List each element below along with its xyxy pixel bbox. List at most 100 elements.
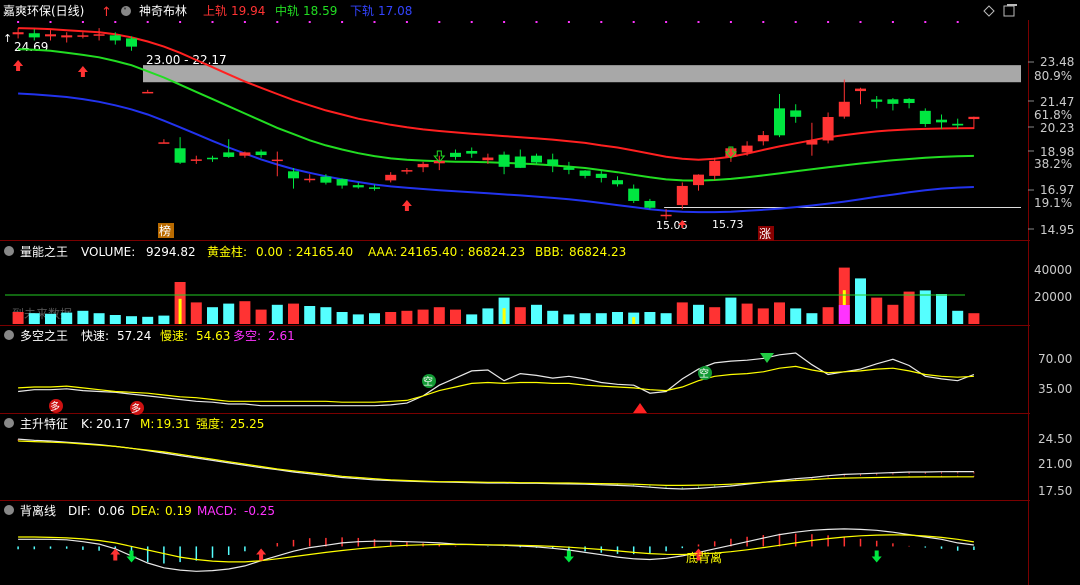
candle-body bbox=[774, 108, 785, 136]
candle-body bbox=[401, 170, 413, 172]
volume-bar bbox=[709, 307, 721, 324]
candle-body bbox=[968, 116, 980, 120]
top-marker bbox=[405, 21, 408, 23]
candle-body bbox=[903, 98, 915, 104]
ls-title[interactable]: 多空之王 bbox=[20, 329, 68, 343]
gold-pillar bbox=[502, 308, 506, 324]
candle-body bbox=[93, 34, 105, 36]
pct-tick: 38.2% bbox=[1034, 157, 1072, 171]
top-marker bbox=[762, 21, 765, 23]
volume-bar bbox=[725, 297, 737, 324]
svg-text:VOLUME:: VOLUME: bbox=[81, 245, 135, 259]
y-tick: 20.23 bbox=[1040, 121, 1074, 135]
div-title[interactable]: 背离线 bbox=[20, 503, 56, 518]
top-marker bbox=[17, 21, 20, 23]
candle-body bbox=[676, 185, 688, 206]
candle-body bbox=[271, 159, 283, 162]
top-marker bbox=[243, 21, 246, 23]
candle-body bbox=[109, 35, 121, 41]
main-header: 嘉爽环保(日线) ↑ ˅ 神奇布林 上轨 19.94 中轨 18.59 下轨 1… bbox=[3, 3, 412, 20]
volume-bar bbox=[385, 312, 397, 324]
candle-body bbox=[887, 99, 899, 104]
svg-text:86824.23: 86824.23 bbox=[569, 245, 626, 259]
indicator-name[interactable]: 神奇布林 bbox=[139, 4, 187, 18]
svg-text:AAA:: AAA: bbox=[368, 245, 397, 259]
volume-bar bbox=[790, 308, 802, 324]
top-marker bbox=[308, 21, 311, 23]
mid-value: 18.59 bbox=[303, 4, 337, 18]
candle-body bbox=[612, 180, 623, 185]
volume-bar bbox=[12, 312, 24, 324]
volume-bar bbox=[190, 302, 202, 324]
volume-bar bbox=[514, 307, 526, 324]
candle-body bbox=[190, 159, 202, 161]
volume-bar bbox=[660, 313, 672, 324]
collapse-icon[interactable] bbox=[4, 505, 14, 515]
svg-text:DIF:: DIF: bbox=[68, 504, 91, 518]
badge-left: 榜 bbox=[158, 223, 174, 238]
badge-right: 涨 bbox=[758, 226, 774, 241]
stock-title[interactable]: 嘉爽环保(日线) bbox=[3, 4, 84, 18]
top-marker bbox=[924, 21, 927, 23]
svg-text:K:: K: bbox=[81, 417, 93, 431]
candle-body bbox=[855, 88, 866, 92]
collapse-icon[interactable] bbox=[4, 330, 14, 340]
candle-body bbox=[482, 157, 494, 161]
candle-body bbox=[320, 176, 332, 183]
top-marker bbox=[373, 21, 376, 23]
volume-bar bbox=[531, 304, 542, 324]
div-header: 背离线 DIF: 0.06 DEA: 0.19 MACD: -0.25 bbox=[4, 503, 275, 518]
candle-body bbox=[952, 123, 964, 126]
candle-body bbox=[77, 35, 89, 37]
volume-bar bbox=[45, 313, 56, 324]
top-marker bbox=[114, 21, 117, 23]
top-marker bbox=[179, 21, 182, 23]
svg-text:24165.40: 24165.40 bbox=[400, 245, 457, 259]
volume-bar bbox=[320, 307, 332, 324]
svg-text:BBB:: BBB: bbox=[535, 245, 564, 259]
svg-text:24.50: 24.50 bbox=[1038, 432, 1072, 446]
volume-bar bbox=[936, 294, 947, 324]
candle-body bbox=[369, 187, 380, 189]
volume-bar bbox=[563, 314, 575, 324]
candle-body bbox=[288, 171, 299, 179]
svg-text:DEA:: DEA: bbox=[131, 504, 160, 518]
volume-bar bbox=[126, 316, 137, 324]
candle-body bbox=[417, 163, 429, 168]
top-marker bbox=[49, 21, 52, 23]
candle-body bbox=[806, 140, 818, 145]
gold-pillar bbox=[178, 298, 182, 324]
svg-text:57.24: 57.24 bbox=[117, 329, 151, 343]
top-marker bbox=[697, 21, 700, 23]
pct-tick: 19.1% bbox=[1034, 196, 1072, 210]
svg-text:21.00: 21.00 bbox=[1038, 457, 1072, 471]
up-arrow-icon: ↑ bbox=[101, 5, 112, 20]
candle-body bbox=[174, 148, 186, 163]
top-marker bbox=[956, 21, 959, 23]
candle-body bbox=[644, 200, 656, 208]
candle-body bbox=[822, 117, 834, 141]
top-marker bbox=[729, 21, 732, 23]
rise-title[interactable]: 主升特征 bbox=[20, 416, 68, 431]
candle-body bbox=[45, 34, 56, 37]
candle-body bbox=[693, 174, 704, 186]
volume-bar bbox=[255, 309, 267, 324]
collapse-icon[interactable] bbox=[4, 418, 14, 428]
volume-bar bbox=[288, 303, 299, 324]
volume-bar bbox=[61, 312, 73, 324]
svg-text:17.50: 17.50 bbox=[1038, 484, 1072, 498]
volume-bar bbox=[693, 304, 704, 324]
candle-body bbox=[142, 91, 154, 94]
svg-text:35.00: 35.00 bbox=[1038, 382, 1072, 396]
y-tick: 23.48 bbox=[1040, 55, 1074, 69]
volume-bar bbox=[644, 312, 656, 324]
badge-right-text: 涨 bbox=[759, 226, 771, 241]
sig-kong-2: 空 bbox=[699, 367, 709, 380]
top-marker bbox=[470, 21, 473, 23]
lower-label: 下轨 bbox=[350, 4, 374, 18]
volume-title[interactable]: 量能之王 bbox=[20, 245, 68, 259]
badge-left-text: 榜 bbox=[159, 223, 171, 238]
svg-text:MACD:: MACD: bbox=[197, 504, 237, 518]
top-marker bbox=[859, 21, 862, 23]
collapse-icon[interactable] bbox=[4, 246, 14, 256]
